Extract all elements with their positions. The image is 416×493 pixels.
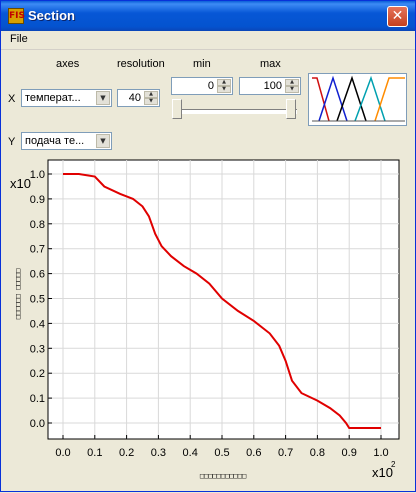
y-multiplier-label: x10	[10, 176, 31, 191]
x-tick-label: 0.8	[310, 447, 325, 459]
y-tick-label: 0.9	[30, 194, 45, 206]
x-tick-label: 0.4	[183, 447, 198, 459]
x-tick-label: 1.0	[373, 447, 388, 459]
y-axis-title: □□□□□□ □□□□□	[14, 269, 22, 320]
app-window: FIS Section ✕ File axes resolution min m…	[0, 0, 416, 492]
y-tick-label: 0.3	[30, 343, 45, 355]
x-tick-label: 0.9	[342, 447, 357, 459]
x-tick-label: 0.6	[246, 447, 261, 459]
x-tick-label: 0.7	[278, 447, 293, 459]
x-multiplier-exponent: 2	[391, 460, 396, 469]
y-tick-label: 0.8	[30, 219, 45, 231]
y-tick-label: 0.2	[30, 368, 45, 380]
x-tick-label: 0.3	[151, 447, 166, 459]
y-tick-label: 0.4	[30, 318, 45, 330]
x-multiplier-label: x10	[372, 465, 393, 480]
x-tick-label: 0.5	[214, 447, 229, 459]
x-axis-title: □□□□□□□□□□□	[200, 472, 246, 480]
y-tick-label: 0.6	[30, 269, 45, 281]
y-tick-label: 1.0	[30, 169, 45, 181]
x-tick-label: 0.0	[55, 447, 70, 459]
x-tick-label: 0.2	[119, 447, 134, 459]
y-tick-label: 0.7	[30, 244, 45, 256]
section-plot: 0.0 0.1 0.2 0.3 0.4 0.5 0.6 0.7 0.8 0.9 1.0 0.0 0.1 0…	[10, 159, 400, 480]
x-tick-label: 0.1	[87, 447, 102, 459]
y-tick-label: 0.5	[30, 294, 45, 306]
y-tick-label: 0.0	[30, 418, 45, 430]
y-tick-label: 0.1	[30, 393, 45, 405]
